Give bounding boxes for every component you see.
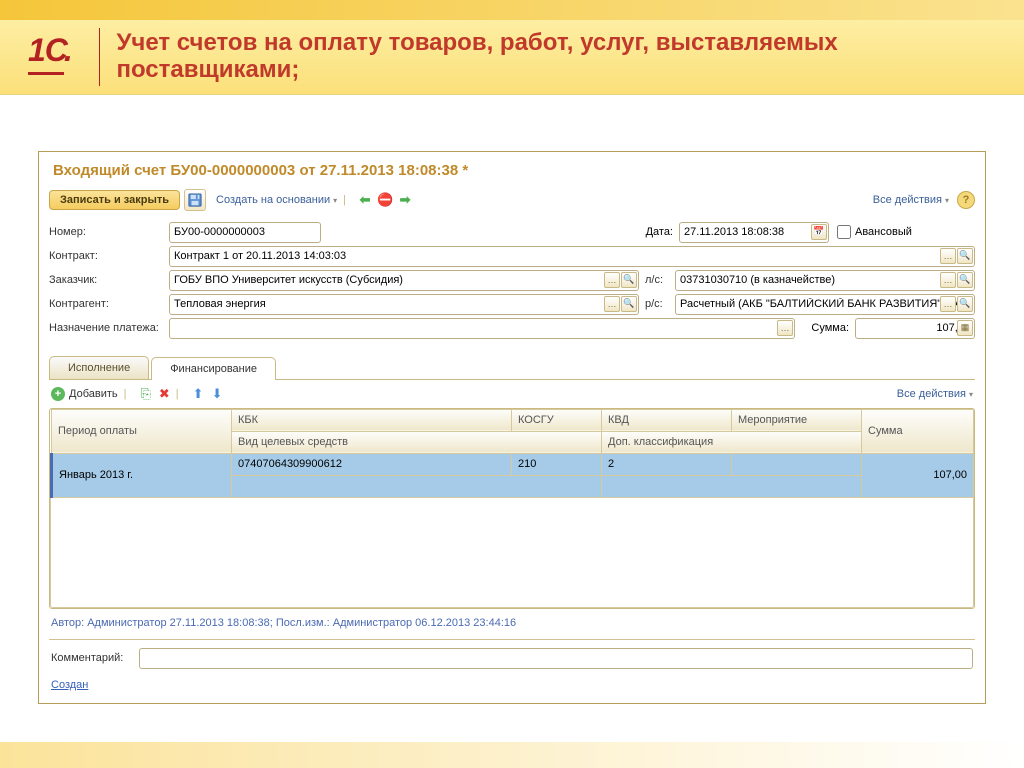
purpose-input[interactable]: [169, 318, 795, 339]
select-icon[interactable]: …: [940, 248, 956, 264]
contract-label: Контракт:: [49, 250, 169, 262]
comment-input[interactable]: [139, 648, 973, 669]
grid-blank-area: [50, 498, 974, 608]
nav-prev-icon[interactable]: ⬅: [356, 191, 374, 209]
ls-label: л/с:: [645, 274, 675, 286]
purpose-label: Назначение платежа:: [49, 322, 169, 334]
customer-input[interactable]: [169, 270, 639, 291]
contract-input[interactable]: [169, 246, 975, 267]
col-dop-class[interactable]: Доп. классификация: [602, 431, 862, 453]
footer-row: Комментарий:: [49, 639, 975, 679]
sum-label: Сумма:: [801, 322, 849, 334]
gap: [0, 95, 1024, 151]
header-strip: [0, 0, 1024, 20]
search-icon[interactable]: 🔍: [621, 296, 637, 312]
cell-event[interactable]: [732, 453, 862, 475]
customer-label: Заказчик:: [49, 274, 169, 286]
cell-kosgu[interactable]: 210: [512, 453, 602, 475]
cell-kbk[interactable]: 07407064309900612: [232, 453, 512, 475]
advance-checkbox[interactable]: Авансовый: [837, 225, 912, 239]
slide-title: Учет счетов на оплату товаров, работ, ус…: [116, 28, 1004, 86]
ls-input[interactable]: [675, 270, 975, 291]
select-icon[interactable]: …: [777, 320, 793, 336]
help-icon[interactable]: ?: [957, 191, 975, 209]
select-icon[interactable]: …: [604, 272, 620, 288]
col-sum[interactable]: Сумма: [862, 409, 974, 453]
comment-label: Комментарий:: [51, 652, 139, 664]
copy-icon[interactable]: ⎘: [140, 386, 150, 402]
cell-kvd[interactable]: 2: [602, 453, 732, 475]
add-button[interactable]: + Добавить: [51, 387, 118, 401]
plus-icon: +: [51, 387, 65, 401]
document-window: Входящий счет БУ00-0000000003 от 27.11.2…: [38, 151, 986, 704]
slide-header: 1С. Учет счетов на оплату товаров, работ…: [0, 20, 1024, 95]
tab-execution[interactable]: Исполнение: [49, 356, 149, 379]
select-icon[interactable]: …: [940, 272, 956, 288]
audit-info: Автор: Администратор 27.11.2013 18:08:38…: [39, 609, 985, 631]
search-icon[interactable]: 🔍: [957, 248, 973, 264]
grid-toolbar: + Добавить | ⎘ ✖ | ⬆ ⬇ Все действия: [39, 380, 985, 406]
logo-text: 1С: [28, 32, 67, 68]
nav-arrows: ⬅ ⛔ ➡: [356, 191, 414, 209]
select-icon[interactable]: …: [604, 296, 620, 312]
grid: Период оплаты КБК КОСГУ КВД Мероприятие …: [49, 408, 975, 609]
search-icon[interactable]: 🔍: [957, 296, 973, 312]
grid-all-actions[interactable]: Все действия: [897, 388, 973, 400]
cell-period[interactable]: Январь 2013 г.: [52, 453, 232, 497]
move-up-icon[interactable]: ⬆: [193, 386, 204, 402]
save-icon[interactable]: [184, 189, 206, 211]
number-label: Номер:: [49, 226, 169, 238]
cell-sum[interactable]: 107,00: [862, 453, 974, 497]
rs-input[interactable]: [675, 294, 975, 315]
col-period[interactable]: Период оплаты: [52, 409, 232, 453]
nav-stop-icon[interactable]: ⛔: [376, 191, 394, 209]
footer-fade: [0, 742, 1024, 768]
rs-label: р/с:: [645, 298, 675, 310]
tabs: Исполнение Финансирование: [49, 356, 975, 380]
col-kosgu[interactable]: КОСГУ: [512, 409, 602, 431]
table-row[interactable]: Январь 2013 г. 07407064309900612 210 2 1…: [52, 453, 974, 475]
logo-underline: [28, 72, 64, 78]
number-input[interactable]: [169, 222, 321, 243]
select-icon[interactable]: …: [940, 296, 956, 312]
cell-targeted[interactable]: [232, 475, 602, 497]
created-link[interactable]: Создан: [51, 679, 88, 691]
create-based-link[interactable]: Создать на основании: [216, 194, 337, 206]
counterparty-input[interactable]: [169, 294, 639, 315]
date-input[interactable]: [679, 222, 829, 243]
main-toolbar: Записать и закрыть Создать на основании …: [39, 187, 985, 215]
logo-1c: 1С.: [20, 28, 95, 86]
nav-next-icon[interactable]: ➡: [396, 191, 414, 209]
search-icon[interactable]: 🔍: [621, 272, 637, 288]
document-title: Входящий счет БУ00-0000000003 от 27.11.2…: [39, 152, 985, 187]
counterparty-label: Контрагент:: [49, 298, 169, 310]
col-targeted[interactable]: Вид целевых средств: [232, 431, 602, 453]
save-close-button[interactable]: Записать и закрыть: [49, 190, 180, 210]
search-icon[interactable]: 🔍: [957, 272, 973, 288]
col-kbk[interactable]: КБК: [232, 409, 512, 431]
cell-dop-class[interactable]: [602, 475, 862, 497]
form-area: Номер: Дата: 📅 Авансовый Контракт: …🔍 За…: [39, 215, 985, 348]
date-label: Дата:: [639, 226, 673, 238]
delete-icon[interactable]: ✖: [159, 386, 170, 402]
divider: [99, 28, 101, 86]
move-down-icon[interactable]: ⬇: [212, 386, 223, 402]
col-kvd[interactable]: КВД: [602, 409, 732, 431]
calc-icon[interactable]: ▦: [957, 320, 973, 336]
tab-financing[interactable]: Финансирование: [151, 357, 276, 380]
all-actions-link[interactable]: Все действия: [873, 194, 949, 206]
calendar-icon[interactable]: 📅: [811, 224, 827, 240]
col-event[interactable]: Мероприятие: [732, 409, 862, 431]
